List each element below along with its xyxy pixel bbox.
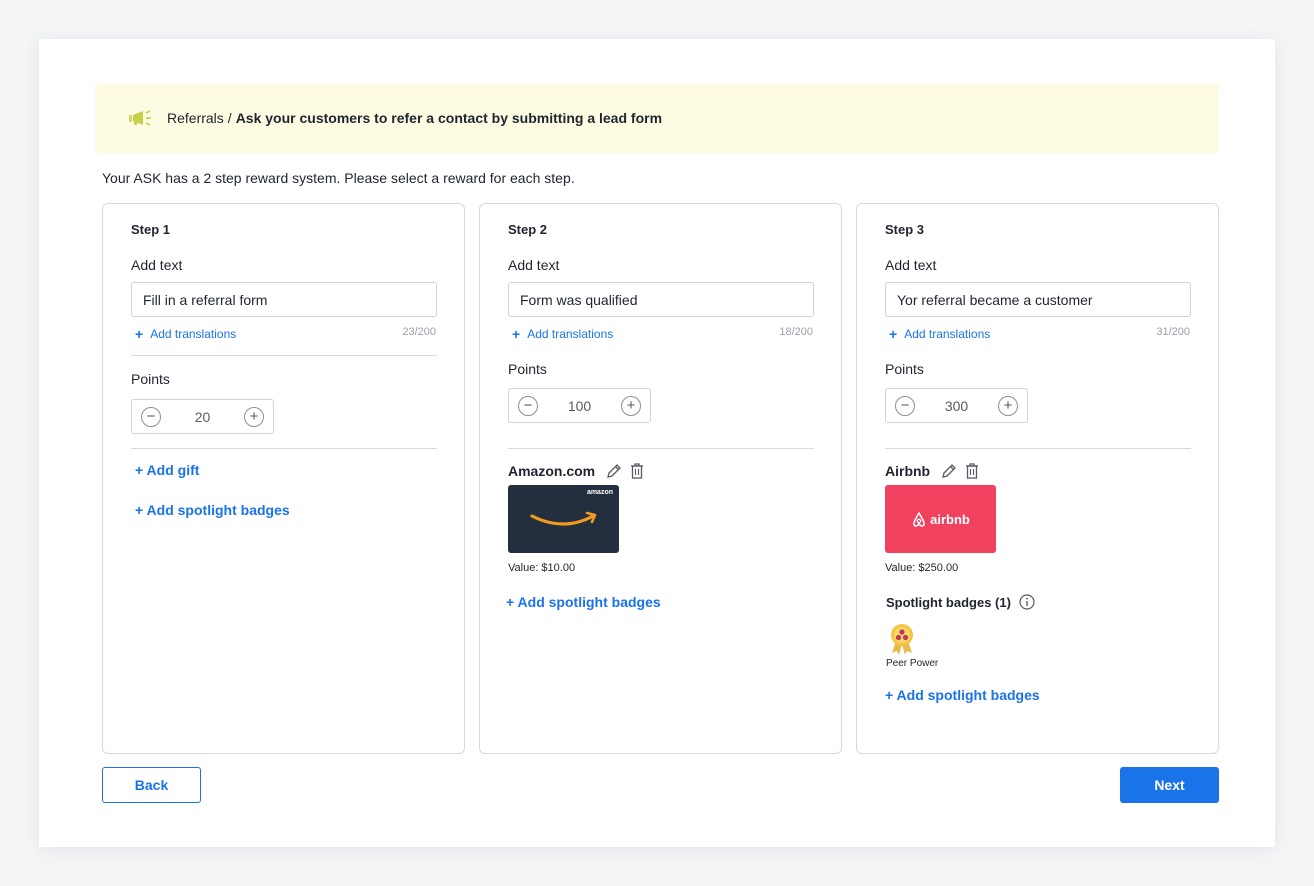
trash-icon[interactable] [964, 462, 980, 480]
next-button[interactable]: Next [1120, 767, 1219, 803]
minus-icon[interactable]: − [141, 406, 161, 427]
step-title: Step 1 [131, 222, 171, 237]
points-value[interactable]: 100 [568, 398, 591, 414]
airbnb-gift-card-image: airbnb [885, 485, 996, 553]
add-spotlight-badges-link[interactable]: + Add spotlight badges [506, 594, 661, 610]
breadcrumb-referrals[interactable]: Referrals [167, 110, 224, 126]
badge-label: Peer Power [886, 658, 939, 669]
minus-icon[interactable]: − [518, 395, 538, 416]
step-title: Step 3 [885, 222, 925, 237]
gift-name: Airbnb [885, 463, 931, 479]
page-title: Ask your customers to refer a contact by… [235, 110, 663, 126]
back-button[interactable]: Back [102, 767, 201, 803]
divider [131, 448, 437, 449]
add-spotlight-badges-link[interactable]: + Add spotlight badges [885, 687, 1040, 703]
add-translations-link[interactable]: + Add translations [512, 326, 613, 342]
amazon-gift-card-image: amazon [508, 485, 619, 553]
minus-icon[interactable]: − [895, 395, 915, 416]
divider [885, 448, 1191, 449]
trash-icon[interactable] [629, 462, 645, 480]
spotlight-badge[interactable]: Peer Power [886, 623, 946, 669]
char-count: 31/200 [1156, 326, 1190, 338]
amazon-logo-text: amazon [586, 489, 613, 496]
add-spotlight-badges-link[interactable]: + Add spotlight badges [135, 502, 290, 518]
plus-icon: + [889, 326, 898, 342]
step-title: Step 2 [508, 222, 548, 237]
airbnb-logo [913, 511, 926, 527]
points-value[interactable]: 300 [945, 398, 968, 414]
add-gift-link[interactable]: + Add gift [135, 462, 199, 478]
step-card-3: Step 3 Add text + Add translations 31/20… [856, 203, 1219, 754]
char-count: 23/200 [402, 326, 436, 338]
plus-icon[interactable]: + [243, 406, 264, 427]
intro-text: Your ASK has a 2 step reward system. Ple… [102, 170, 575, 186]
char-count: 18/200 [779, 326, 813, 338]
main-card: Referrals / Ask your customers to refer … [39, 39, 1275, 847]
spotlight-badges-title: Spotlight badges (1) [886, 594, 1011, 610]
points-label: Points [885, 361, 924, 377]
step-text-input[interactable] [131, 282, 437, 317]
spotlight-badges-heading: Spotlight badges (1) [886, 594, 1035, 610]
points-value[interactable]: 20 [195, 409, 211, 425]
add-text-label: Add text [508, 257, 560, 273]
divider [131, 355, 437, 356]
pencil-icon[interactable] [940, 462, 958, 480]
info-icon[interactable] [1019, 594, 1035, 610]
plus-icon: + [135, 326, 144, 342]
add-translations-link[interactable]: + Add translations [135, 326, 236, 342]
gift-value: Value: $10.00 [508, 562, 576, 574]
gift-name: Amazon.com [508, 463, 596, 479]
step-text-input[interactable] [508, 282, 814, 317]
add-translations-label: Add translations [904, 327, 991, 341]
badge-icon [891, 624, 913, 655]
plus-icon[interactable]: + [620, 395, 641, 416]
points-label: Points [131, 371, 170, 387]
plus-icon: + [512, 326, 521, 342]
add-text-label: Add text [885, 257, 937, 273]
gift-header: Airbnb [885, 462, 986, 480]
amazon-logo [529, 511, 596, 526]
pencil-icon[interactable] [605, 462, 623, 480]
plus-icon[interactable]: + [997, 395, 1018, 416]
add-translations-label: Add translations [527, 327, 614, 341]
add-text-label: Add text [131, 257, 183, 273]
gift-header: Amazon.com [508, 462, 651, 480]
megaphone-icon [127, 108, 155, 128]
airbnb-logo-text: airbnb [930, 511, 970, 527]
add-translations-label: Add translations [150, 327, 237, 341]
gift-value: Value: $250.00 [885, 562, 959, 574]
divider [508, 448, 814, 449]
points-stepper: − 300 + [885, 388, 1028, 423]
points-stepper: − 100 + [508, 388, 651, 423]
page-banner: Referrals / Ask your customers to refer … [95, 83, 1219, 153]
add-translations-link[interactable]: + Add translations [889, 326, 990, 342]
step-card-2: Step 2 Add text + Add translations 18/20… [479, 203, 842, 754]
breadcrumb-separator: / [227, 110, 232, 126]
points-stepper: − 20 + [131, 399, 274, 434]
step-text-input[interactable] [885, 282, 1191, 317]
step-card-1: Step 1 Add text + Add translations 23/20… [102, 203, 465, 754]
points-label: Points [508, 361, 547, 377]
